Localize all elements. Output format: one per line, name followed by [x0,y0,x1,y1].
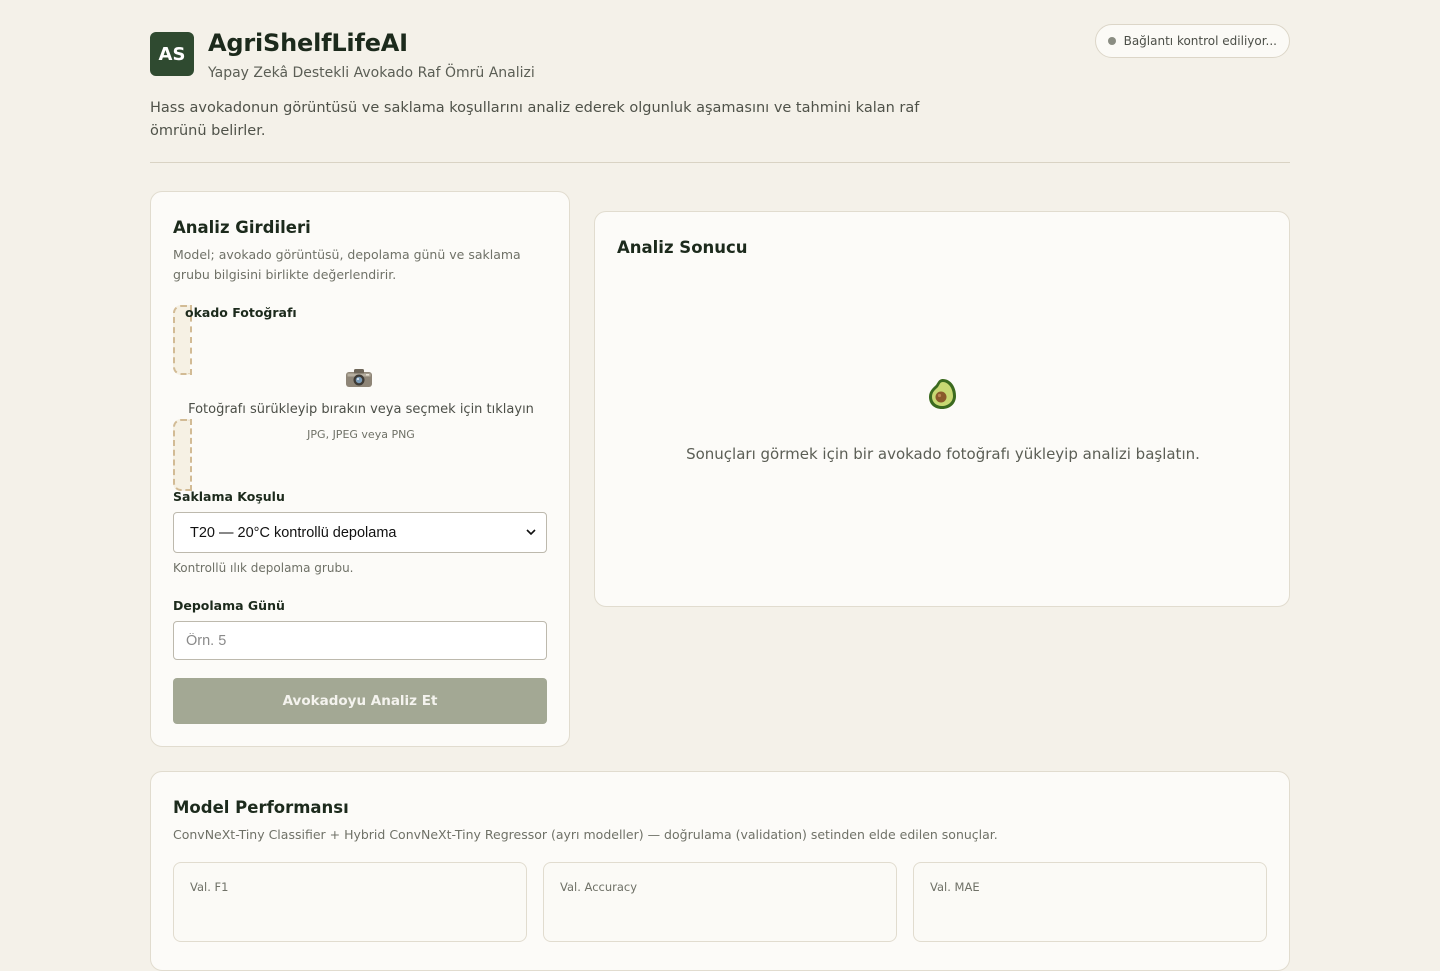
storage-condition-label: Saklama Koşulu [173,489,285,504]
photo-dropzone-text[interactable]: Fotoğrafı sürükleyip bırakın veya seçmek… [151,402,571,417]
metric-val-f1: Val. F1 [173,862,527,942]
metric-label: Val. MAE [930,880,980,894]
avocado-icon [929,379,956,409]
metric-label: Val. Accuracy [560,880,638,894]
connection-status-badge: Bağlantı kontrol ediliyor... [1094,24,1290,58]
logo-text: AS [158,43,186,65]
result-empty-text: Sonuçları görmek için bir avokado fotoğr… [686,445,1200,463]
analyze-button[interactable]: Avokadoyu Analiz Et [173,678,547,724]
app-subtitle: Yapay Zekâ Destekli Avokado Raf Ömrü Ana… [208,65,535,81]
storage-day-label: Depolama Günü [173,598,285,613]
photo-dropzone-fragment-lower[interactable] [173,419,192,491]
storage-condition-select[interactable]: T20 — 20°C kontrollü depolama [173,512,547,553]
metric-label: Val. F1 [190,880,229,894]
photo-dropzone-formats: JPG, JPEG veya PNG [307,428,415,441]
chevron-down-icon [526,529,536,536]
storage-condition-value: T20 — 20°C kontrollü depolama [190,524,397,541]
performance-description: ConvNeXt-Tiny Classifier + Hybrid ConvNe… [173,827,998,842]
intro-text: Hass avokadonun görüntüsü ve saklama koş… [150,100,920,139]
app-title: AgriShelfLifeAI [208,29,408,57]
input-card-description: Model; avokado görüntüsü, depolama günü … [173,247,521,282]
header-divider [150,162,1290,163]
photo-label: okado Fotoğrafı [185,305,297,320]
connection-status-text: Bağlantı kontrol ediliyor... [1123,34,1277,48]
camera-icon[interactable] [345,368,373,388]
performance-title: Model Performansı [173,798,349,817]
analysis-result-card: Analiz Sonucu Sonuçları görmek için bir … [594,211,1290,607]
analysis-input-card: Analiz Girdileri Model; avokado görüntüs… [150,191,570,747]
storage-condition-hint: Kontrollü ılık depolama grubu. [173,561,354,575]
metric-val-accuracy: Val. Accuracy [543,862,897,942]
result-card-title: Analiz Sonucu [617,238,748,257]
app-logo: AS [150,32,194,76]
metric-val-mae: Val. MAE [913,862,1267,942]
storage-day-input[interactable] [173,621,547,660]
model-performance-card: Model Performansı ConvNeXt-Tiny Classifi… [150,771,1290,971]
input-card-title: Analiz Girdileri [173,218,311,237]
status-dot-icon [1107,37,1116,45]
